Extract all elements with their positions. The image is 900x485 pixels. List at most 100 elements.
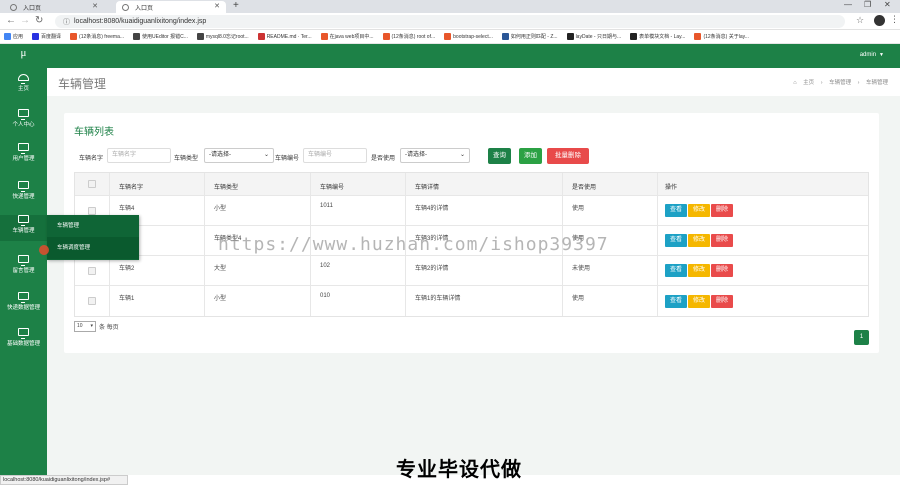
url-input[interactable]: ⓘ localhost:8080/kuaidiguanlixitong/inde… [55,15,845,28]
breadcrumb-item[interactable]: 车辆管理 [829,80,851,86]
column-header: 车辆详情 [405,173,562,195]
sidebar-item-home[interactable]: 主页 [0,74,47,100]
view-button[interactable]: 查看 [665,264,687,277]
sidebar-item-express[interactable]: 快递管理 [0,181,47,207]
bookmark-item[interactable]: 如何用正则匹配 - Z... [501,33,558,40]
top-navbar: admin ▼ [47,44,900,68]
table-header-row: 车辆名字 车辆类型 车辆编号 车辆详情 是否使用 操作 [75,173,868,196]
page-button-current[interactable]: 1 [854,330,869,345]
bookmark-label: layDate - 只日期与... [575,34,622,40]
profile-avatar[interactable] [874,15,885,26]
filter-label: 车辆类型 [174,156,199,162]
bookmark-item[interactable]: 在java web项目中... [320,33,374,40]
close-icon[interactable]: ✕ [214,2,220,10]
bookmark-item[interactable]: 使用UEditor 报错C... [133,33,188,40]
close-icon[interactable]: ✕ [92,2,98,10]
column-header: 车辆名字 [109,173,204,195]
table-cell-type: 小型 [204,286,310,316]
bookmark-item[interactable]: 应用 [4,33,23,40]
bookmark-label: (12条消息) root of... [391,34,436,40]
delete-button[interactable]: 删除 [711,294,733,308]
edit-button[interactable]: 修改 [688,264,710,277]
bookmark-favicon-icon [196,33,204,40]
page-size-label: 条 每页 [99,325,119,331]
page-size-control: 10 ▾ 条 每页 [74,321,119,332]
chevron-down-icon: ▾ [90,323,93,329]
sidebar-item-express-data[interactable]: 快递数据管理 [0,292,47,318]
sidebar-item-profile[interactable]: 个人中心 [0,109,47,135]
mouse-cursor-indicator [39,245,49,255]
browser-tab[interactable]: 入口页 ✕ [4,1,104,13]
sidebar-item-users[interactable]: 用户管理 [0,143,47,169]
browser-tab-active[interactable]: 入口页 ✕ [116,1,226,13]
breadcrumb-item[interactable]: 主页 [803,80,814,86]
sidebar-item-label: 用户管理 [12,156,35,162]
filter-label: 是否使用 [371,156,396,162]
add-button[interactable]: 添加 [519,148,542,164]
bookmark-label: README.md · Ter... [266,33,312,40]
table-cell-type: 大型 [204,256,310,285]
sidebar-item-label: 留言管理 [12,268,35,274]
used-status-select[interactable]: -请选择- ⌄ [400,148,470,163]
row-checkbox[interactable] [88,206,96,215]
menu-dots-icon[interactable]: ⋮ [890,14,899,25]
info-icon[interactable]: ⓘ [63,17,70,27]
delete-button[interactable]: 删除 [711,204,733,217]
view-button[interactable]: 查看 [665,294,687,308]
select-all-checkbox[interactable] [88,180,96,188]
reload-icon[interactable]: ↻ [35,15,43,26]
bookmark-item[interactable]: layDate - 只日期与... [566,33,622,40]
bookmark-item[interactable]: 百度翻译 [32,33,61,40]
bookmark-item[interactable]: (12条消息) 关于lay... [694,33,749,40]
monitor-icon [18,215,29,226]
page-size-select[interactable]: 10 ▾ [74,321,96,332]
edit-button[interactable]: 修改 [688,294,710,308]
back-icon[interactable]: ← [6,15,16,26]
vehicle-list-panel: 车辆列表 车辆名字 车辆名字 车辆类型 -请选择- ⌄ 车辆编号 车辆编号 是否使… [64,113,879,353]
bookmark-favicon-icon [566,33,574,40]
sidebar-item-base-data[interactable]: 基础数据管理 [0,328,47,354]
table-cell-used: 使用 [562,196,657,225]
bookmark-item[interactable]: README.md · Ter... [257,33,312,40]
bookmark-favicon-icon [70,33,78,40]
window-close-icon[interactable]: ✕ [884,0,891,9]
bookmark-label: 使用UEditor 报错C... [142,34,188,40]
bookmark-item[interactable]: (12条消息) freema... [70,33,124,40]
bookmark-favicon-icon [133,33,141,40]
forward-icon[interactable]: → [20,15,30,26]
monitor-icon [18,328,29,339]
view-button[interactable]: 查看 [665,204,687,217]
sidebar-item-messages[interactable]: 留言管理 [0,255,47,281]
checkbox-cell [75,256,109,285]
delete-button[interactable]: 删除 [711,264,733,277]
user-menu[interactable]: admin ▼ [860,52,884,58]
vehicle-type-select[interactable]: -请选择- ⌄ [204,148,274,163]
sidebar-item-label: 快递管理 [12,194,35,200]
delete-button[interactable]: 删除 [711,234,733,247]
edit-button[interactable]: 修改 [688,204,710,217]
new-tab-icon[interactable]: + [233,0,239,11]
bookmark-item[interactable]: (12条消息) root of... [382,33,436,40]
batch-delete-button[interactable]: 批量删除 [547,148,589,164]
submenu-item-dispatch[interactable]: 车辆调度管理 [47,237,139,259]
bookmark-item[interactable]: bootstrap-select... [444,33,493,40]
vehicle-number-input[interactable]: 车辆编号 [303,148,367,163]
row-checkbox[interactable] [88,297,96,305]
bookmark-item[interactable]: 表单模块文档 - Lay... [630,33,685,40]
watermark-text: https://www.huzhan.com/ishop39397 [218,234,609,255]
sidebar-item-vehicles[interactable]: 车辆管理 [0,215,47,241]
chevron-right-icon: › [857,80,860,86]
view-button[interactable]: 查看 [665,234,687,247]
row-checkbox[interactable] [88,266,96,275]
submenu-item-vehicles[interactable]: 车辆管理 [47,215,139,237]
restore-icon[interactable]: ❐ [864,0,871,9]
minimize-icon[interactable]: — [844,0,852,9]
url-text: localhost:8080/kuaidiguanlixitong/index.… [74,18,207,25]
table-row: 车辆2 大型 102 车辆2的详情 未使用 查看 修改 删除 [75,256,868,286]
vehicle-name-input[interactable]: 车辆名字 [107,148,171,163]
edit-button[interactable]: 修改 [688,234,710,247]
bookmark-item[interactable]: mysql8.0忘记root... [196,33,249,40]
apps-grid-icon [4,33,11,40]
bookmark-star-icon[interactable]: ☆ [856,15,864,26]
query-button[interactable]: 查询 [488,148,511,164]
